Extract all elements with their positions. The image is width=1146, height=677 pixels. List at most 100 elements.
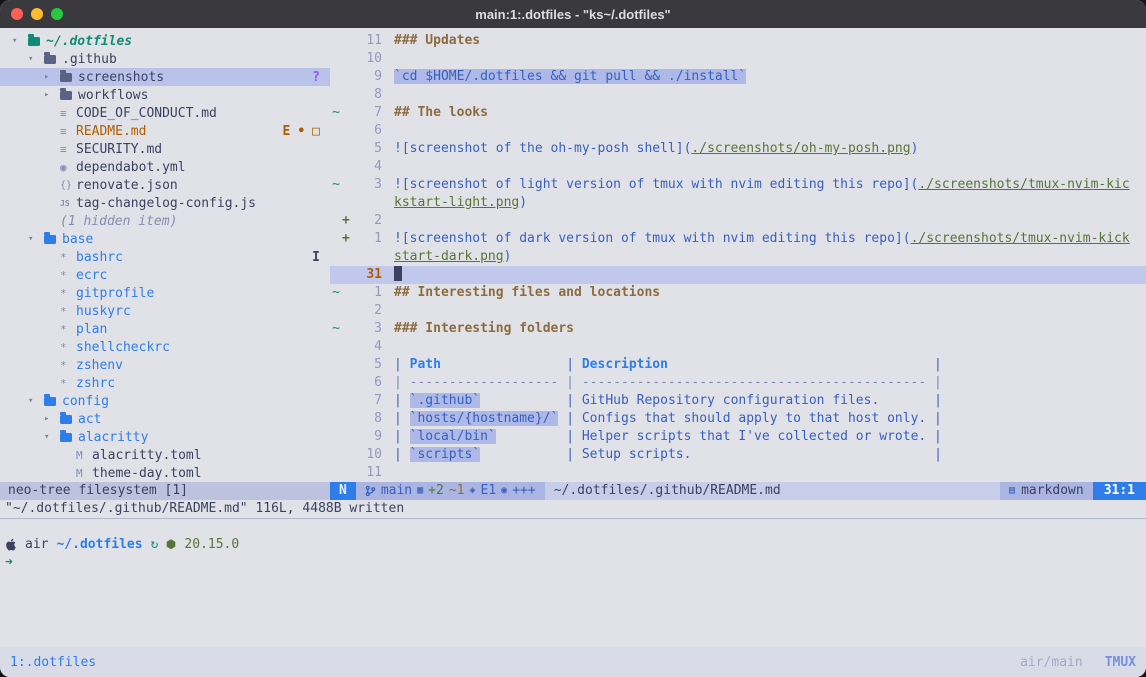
fold-marker[interactable]: [330, 212, 342, 230]
tree-item-shellcheckrc[interactable]: *shellcheckrc: [0, 338, 330, 356]
editor-line[interactable]: 8: [330, 86, 1146, 104]
maximize-button[interactable]: [51, 8, 63, 20]
prompt-user: air: [25, 537, 48, 552]
fold-marker[interactable]: ~: [330, 320, 342, 338]
editor-line[interactable]: 6| ------------------- | ---------------…: [330, 374, 1146, 392]
editor-line[interactable]: ~1## Interesting files and locations: [330, 284, 1146, 302]
tree-item-security-md[interactable]: ≡SECURITY.md: [0, 140, 330, 158]
text-segment: `scripts`: [410, 447, 480, 462]
minimize-button[interactable]: [31, 8, 43, 20]
tree-item-zshrc[interactable]: *zshrc: [0, 374, 330, 392]
close-button[interactable]: [11, 8, 23, 20]
editor-line[interactable]: 9| `local/bin` | Helper scripts that I'v…: [330, 428, 1146, 446]
tree-item-alacritty[interactable]: ▾alacritty: [0, 428, 330, 446]
tree-item-bashrc[interactable]: *bashrcI: [0, 248, 330, 266]
editor-line[interactable]: +2: [330, 212, 1146, 230]
fold-marker[interactable]: [330, 266, 342, 284]
fold-marker[interactable]: [330, 392, 342, 410]
line-number: 7: [354, 392, 382, 410]
line-text: | ------------------- | ----------------…: [394, 374, 942, 392]
editor-line[interactable]: 5| Path | Description |: [330, 356, 1146, 374]
titlebar[interactable]: main:1:.dotfiles - "ks~/.dotfiles": [0, 0, 1146, 28]
line-text: | Path | Description |: [394, 356, 942, 374]
editor-line[interactable]: 2: [330, 302, 1146, 320]
editor-line[interactable]: 4: [330, 158, 1146, 176]
expander-icon[interactable]: ▸: [44, 90, 60, 100]
editor-line[interactable]: 10| `scripts` | Setup scripts. |: [330, 446, 1146, 464]
editor-line[interactable]: ~3![screenshot of light version of tmux …: [330, 176, 1146, 194]
editor-line[interactable]: 6: [330, 122, 1146, 140]
fold-marker[interactable]: [330, 230, 342, 248]
editor-line[interactable]: kstart-light.png): [330, 194, 1146, 212]
expander-icon[interactable]: ▸: [44, 414, 60, 424]
tree-item-huskyrc[interactable]: *huskyrc: [0, 302, 330, 320]
tree-item-ecrc[interactable]: *ecrc: [0, 266, 330, 284]
tree-item-act[interactable]: ▸act: [0, 410, 330, 428]
tree-item-root[interactable]: ▾~/.dotfiles: [0, 32, 330, 50]
tree-item-dependabot-yml[interactable]: ◉dependabot.yml: [0, 158, 330, 176]
fold-marker[interactable]: [330, 122, 342, 140]
tmux-window-name[interactable]: 1:.dotfiles: [10, 655, 96, 670]
fold-marker[interactable]: [330, 158, 342, 176]
editor-line[interactable]: 9`cd $HOME/.dotfiles && git pull && ./in…: [330, 68, 1146, 86]
fold-marker[interactable]: [330, 446, 342, 464]
expander-icon[interactable]: ▾: [28, 396, 44, 406]
fold-marker[interactable]: [330, 140, 342, 158]
tree-item-screenshots[interactable]: ▸screenshots?: [0, 68, 330, 86]
fold-marker[interactable]: ~: [330, 176, 342, 194]
tree-item-readme-md[interactable]: ≡README.mdE•□: [0, 122, 330, 140]
shell-input-line[interactable]: ➜: [0, 553, 1146, 571]
neotree-sidebar[interactable]: ▾~/.dotfiles▾.github▸screenshots?▸workfl…: [0, 28, 330, 482]
terminal-window: main:1:.dotfiles - "ks~/.dotfiles" ▾~/.d…: [0, 0, 1146, 677]
tree-item-base[interactable]: ▾base: [0, 230, 330, 248]
editor-line[interactable]: 31: [330, 266, 1146, 284]
fold-marker[interactable]: [330, 338, 342, 356]
editor-line[interactable]: 8| `hosts/{hostname}/` | Configs that sh…: [330, 410, 1146, 428]
expander-icon[interactable]: ▾: [12, 36, 28, 46]
fold-marker[interactable]: [330, 86, 342, 104]
fold-marker[interactable]: [330, 464, 342, 482]
editor-line[interactable]: ~7## The looks: [330, 104, 1146, 122]
tree-item-renovate-json[interactable]: {}renovate.json: [0, 176, 330, 194]
tree-item-code-of-conduct-md[interactable]: ≡CODE_OF_CONDUCT.md: [0, 104, 330, 122]
tree-item-config[interactable]: ▾config: [0, 392, 330, 410]
editor-line[interactable]: 11### Updates: [330, 32, 1146, 50]
editor-line[interactable]: 5![screenshot of the oh-my-posh shell](.…: [330, 140, 1146, 158]
tree-item-gitprofile[interactable]: *gitprofile: [0, 284, 330, 302]
expander-icon[interactable]: ▾: [28, 54, 44, 64]
editor-line[interactable]: 10: [330, 50, 1146, 68]
fold-marker[interactable]: [330, 302, 342, 320]
fold-marker[interactable]: [330, 194, 342, 212]
fold-marker[interactable]: [330, 374, 342, 392]
tree-item-plan[interactable]: *plan: [0, 320, 330, 338]
apple-icon: [6, 538, 17, 551]
tree-item-alacritty-toml[interactable]: Malacritty.toml: [0, 446, 330, 464]
editor-line[interactable]: start-dark.png): [330, 248, 1146, 266]
fold-marker[interactable]: [330, 68, 342, 86]
editor-line[interactable]: ~3### Interesting folders: [330, 320, 1146, 338]
diff-icon: ▦: [417, 482, 423, 500]
fold-marker[interactable]: ~: [330, 104, 342, 122]
fold-marker[interactable]: [330, 248, 342, 266]
editor-line[interactable]: 11: [330, 464, 1146, 482]
fold-marker[interactable]: [330, 428, 342, 446]
expander-icon[interactable]: ▾: [28, 234, 44, 244]
tree-item-github[interactable]: ▾.github: [0, 50, 330, 68]
tree-item-workflows[interactable]: ▸workflows: [0, 86, 330, 104]
fold-marker[interactable]: [330, 32, 342, 50]
editor-pane[interactable]: 11### Updates109`cd $HOME/.dotfiles && g…: [330, 28, 1146, 482]
tree-item-hidden-items[interactable]: (1 hidden item): [0, 212, 330, 230]
fold-marker[interactable]: ~: [330, 284, 342, 302]
tree-item-tag-changelog-config-js[interactable]: JStag-changelog-config.js: [0, 194, 330, 212]
fold-marker[interactable]: [330, 356, 342, 374]
tree-item-theme-day-toml[interactable]: Mtheme-day.toml: [0, 464, 330, 482]
shell-pane[interactable]: air ~/.dotfiles ↻ 20.15.0 ➜: [0, 519, 1146, 647]
editor-line[interactable]: 7| `.github` | GitHub Repository configu…: [330, 392, 1146, 410]
expander-icon[interactable]: ▸: [44, 72, 60, 82]
fold-marker[interactable]: [330, 410, 342, 428]
tree-item-zshenv[interactable]: *zshenv: [0, 356, 330, 374]
fold-marker[interactable]: [330, 50, 342, 68]
expander-icon[interactable]: ▾: [44, 432, 60, 442]
editor-line[interactable]: +1![screenshot of dark version of tmux w…: [330, 230, 1146, 248]
editor-line[interactable]: 4: [330, 338, 1146, 356]
